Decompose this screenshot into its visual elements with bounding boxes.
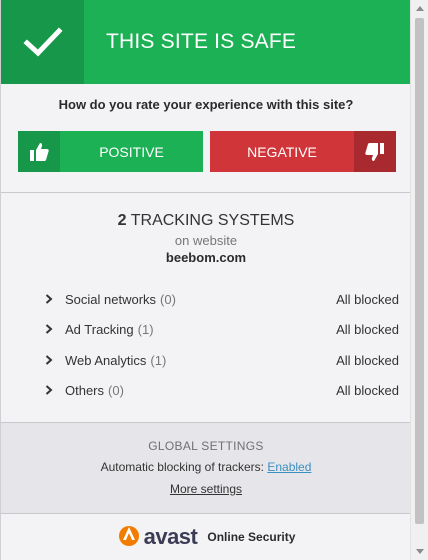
tracker-row-ad-tracking[interactable]: Ad Tracking (1) All blocked bbox=[45, 319, 399, 339]
brand-footer: avast Online Security bbox=[1, 514, 410, 560]
avast-logo-icon bbox=[117, 523, 141, 552]
vertical-scrollbar[interactable] bbox=[410, 0, 428, 560]
tracking-count-heading: 2 TRACKING SYSTEMS bbox=[1, 212, 410, 230]
checkmark-icon bbox=[1, 0, 84, 84]
tracker-count: (1) bbox=[137, 321, 154, 337]
safety-status-title: THIS SITE IS SAFE bbox=[106, 30, 297, 53]
tracker-count: (1) bbox=[150, 352, 167, 368]
global-settings-section: GLOBAL SETTINGS Automatic blocking of tr… bbox=[1, 423, 410, 513]
tracker-name: Social networks bbox=[65, 291, 157, 307]
chevron-right-icon bbox=[45, 289, 65, 309]
chevron-right-icon bbox=[45, 380, 65, 400]
tracker-count: (0) bbox=[160, 291, 176, 307]
scroll-down-arrow-icon[interactable] bbox=[411, 543, 428, 560]
tracking-subtitle: on website bbox=[174, 233, 238, 248]
more-settings-link[interactable]: More settings bbox=[170, 482, 242, 496]
brand-wordmark: avast bbox=[143, 524, 198, 549]
auto-blocking-line: Automatic blocking of trackers: Enabled bbox=[1, 460, 410, 474]
tracker-status: All blocked bbox=[336, 291, 399, 307]
brand-tagline: Online Security bbox=[207, 530, 296, 544]
tracker-count: (0) bbox=[108, 382, 124, 398]
tracker-name: Web Analytics bbox=[65, 352, 147, 368]
tracker-name: Others bbox=[65, 382, 105, 398]
tracker-status: All blocked bbox=[336, 382, 399, 398]
tracker-row-others[interactable]: Others (0) All blocked bbox=[45, 380, 399, 400]
tracker-name: Ad Tracking bbox=[65, 321, 134, 337]
positive-button-label: POSITIVE bbox=[99, 143, 164, 160]
negative-button-label: NEGATIVE bbox=[247, 143, 317, 160]
thumbs-down-icon bbox=[354, 131, 396, 172]
rating-question: How do you rate your experience with thi… bbox=[58, 97, 354, 112]
tracking-count-number: 2 bbox=[117, 212, 127, 229]
tracking-site-domain: beebom.com bbox=[165, 250, 247, 265]
auto-blocking-label: Automatic blocking of trackers: bbox=[100, 460, 264, 474]
tracker-status: All blocked bbox=[336, 352, 399, 368]
global-settings-title: GLOBAL SETTINGS bbox=[148, 439, 264, 453]
negative-rating-button[interactable]: NEGATIVE bbox=[210, 131, 396, 172]
tracking-count-label: TRACKING SYSTEMS bbox=[130, 212, 295, 229]
section-divider bbox=[1, 192, 410, 193]
auto-blocking-toggle-link[interactable]: Enabled bbox=[267, 460, 311, 474]
thumbs-up-icon bbox=[18, 131, 60, 172]
scrollbar-thumb[interactable] bbox=[415, 18, 424, 524]
chevron-right-icon bbox=[45, 350, 65, 370]
avast-popup-panel: THIS SITE IS SAFE How do you rate your e… bbox=[0, 0, 410, 560]
tracker-row-social-networks[interactable]: Social networks (0) All blocked bbox=[45, 289, 399, 309]
scroll-up-arrow-icon[interactable] bbox=[411, 0, 428, 17]
tracker-status: All blocked bbox=[336, 321, 399, 337]
chevron-right-icon bbox=[45, 319, 65, 339]
safety-header: THIS SITE IS SAFE bbox=[1, 0, 410, 84]
tracker-row-web-analytics[interactable]: Web Analytics (1) All blocked bbox=[45, 350, 399, 370]
positive-rating-button[interactable]: POSITIVE bbox=[18, 131, 203, 172]
more-settings-line: More settings bbox=[1, 482, 410, 496]
